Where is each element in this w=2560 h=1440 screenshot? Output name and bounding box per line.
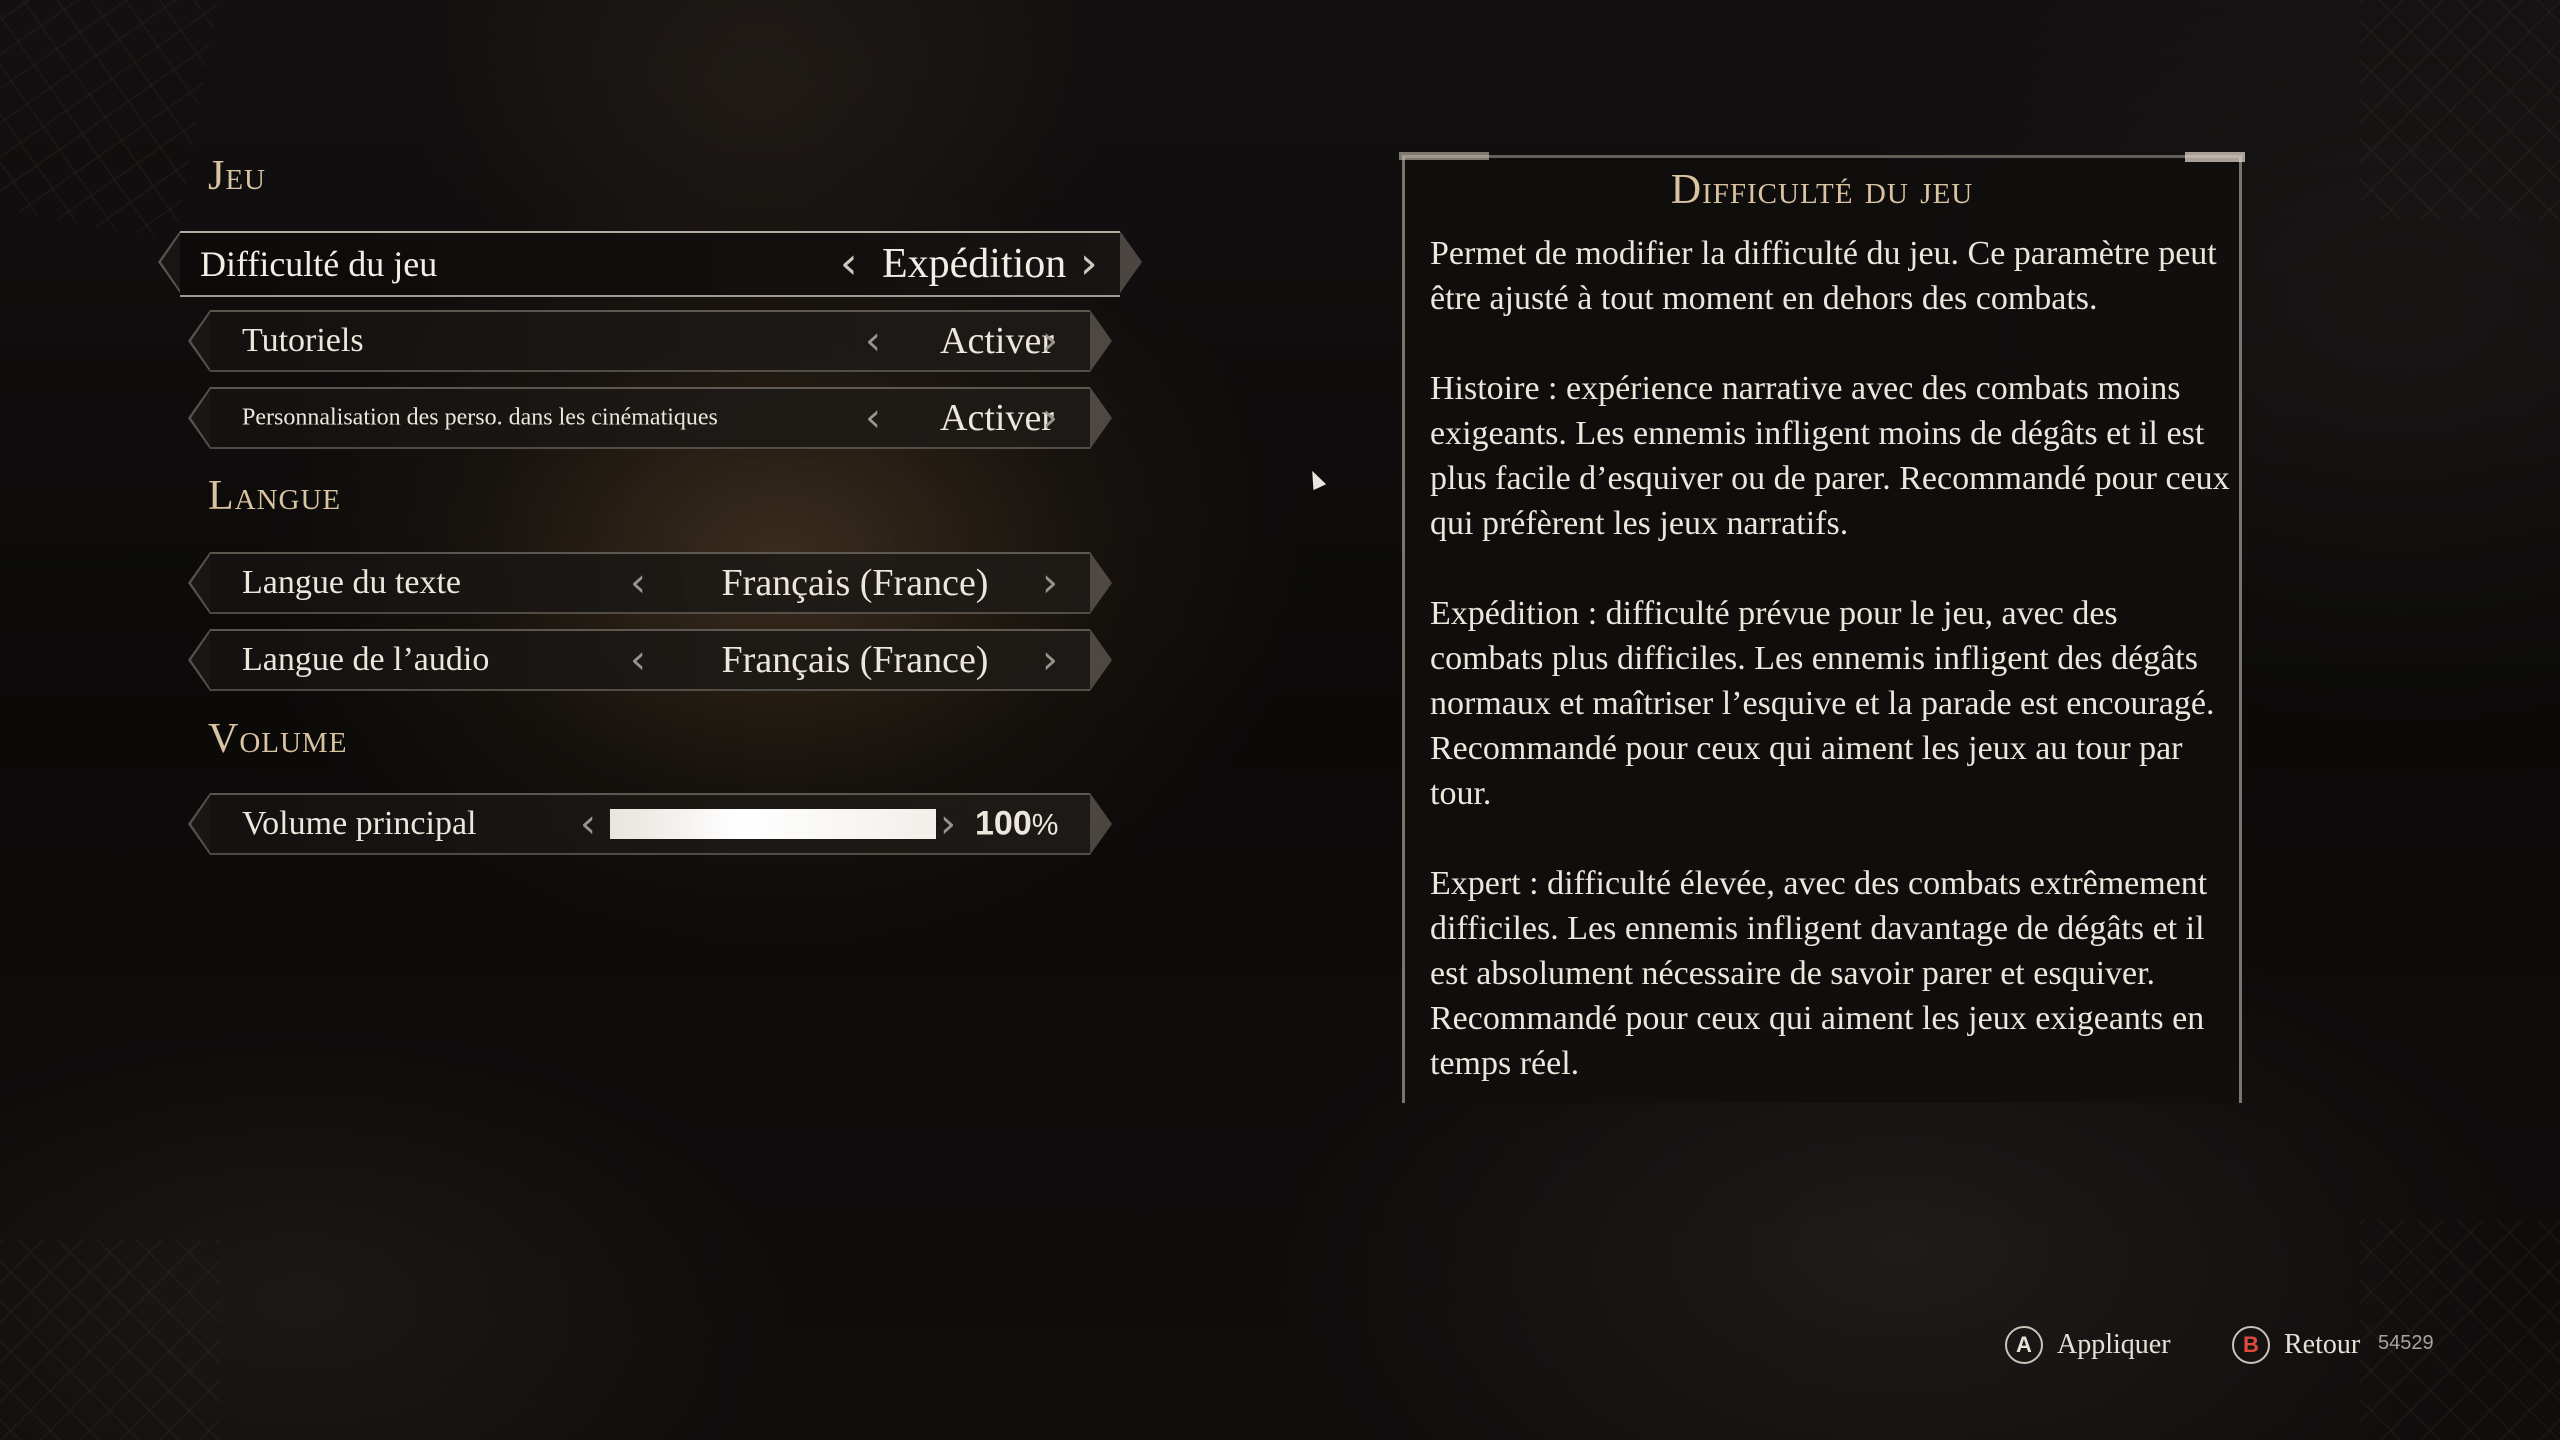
setting-row-master-volume[interactable]: Volume principal ‹ › 100%	[188, 793, 1112, 855]
setting-label: Langue de l’audio	[242, 641, 490, 678]
section-title-game: Jeu	[208, 153, 267, 199]
section-title-language: Langue	[208, 473, 342, 519]
volume-percent-value: 100	[975, 804, 1032, 843]
setting-label: Volume principal	[242, 805, 477, 842]
back-button[interactable]: B Retour	[2232, 1323, 2360, 1367]
chevron-right-icon[interactable]: ›	[1042, 398, 1058, 438]
chevron-left-icon[interactable]: ‹	[580, 804, 596, 844]
setting-row-customization[interactable]: Personnalisation des perso. dans les cin…	[188, 387, 1112, 449]
b-button-icon: B	[2232, 1326, 2270, 1364]
description-paragraph: Expert : difficulté élevée, avec des com…	[1430, 865, 2208, 1082]
section-title-volume: Volume	[208, 716, 348, 762]
setting-label: Langue du texte	[242, 564, 462, 601]
setting-value: Français (France)	[721, 639, 989, 681]
volume-percent: 100%	[975, 805, 1058, 844]
chevron-right-icon[interactable]: ›	[1042, 640, 1058, 680]
chevron-right-icon[interactable]: ›	[1080, 242, 1098, 286]
a-button-icon: A	[2005, 1326, 2043, 1364]
volume-percent-unit: %	[1031, 808, 1059, 842]
setting-row-audio-language[interactable]: Langue de l’audio ‹ Français (France) ›	[188, 629, 1112, 691]
description-title: Difficulté du jeu	[1670, 167, 1974, 213]
apply-button[interactable]: A Appliquer	[2005, 1323, 2171, 1367]
chevron-right-icon[interactable]: ›	[940, 804, 956, 844]
setting-value: Français (France)	[721, 562, 989, 604]
mouse-cursor-icon	[1305, 467, 1327, 491]
description-paragraph: Permet de modifier la difficulté du jeu.…	[1430, 235, 2217, 317]
volume-slider[interactable]	[610, 809, 936, 839]
volume-slider-fill	[610, 809, 936, 839]
build-id: 54529	[2378, 1332, 2434, 1354]
description-paragraph: Histoire : expérience narrative avec des…	[1430, 370, 2230, 542]
setting-row-tutorials[interactable]: Tutoriels ‹ Activer ›	[188, 310, 1112, 372]
row-tail	[1090, 310, 1112, 372]
options-screen: Jeu Difficulté du jeu ‹ Expédition › Tut…	[0, 0, 2560, 1440]
chevron-left-icon[interactable]: ‹	[865, 398, 881, 438]
corner-ornament	[2360, 1220, 2560, 1440]
setting-label: Tutoriels	[242, 322, 364, 359]
back-label: Retour	[2284, 1329, 2361, 1360]
chevron-left-icon[interactable]: ‹	[840, 242, 858, 286]
description-panel: Difficulté du jeu Permet de modifier la …	[1399, 152, 2245, 1103]
chevron-left-icon[interactable]: ‹	[630, 640, 646, 680]
setting-label: Personnalisation des perso. dans les cin…	[242, 404, 718, 431]
corner-ornament	[0, 1240, 220, 1440]
chevron-left-icon[interactable]: ‹	[865, 321, 881, 361]
row-tail	[1090, 552, 1112, 614]
corner-ornament	[0, 0, 221, 241]
description-paragraph: Expédition : difficulté prévue pour le j…	[1430, 595, 2215, 812]
setting-label: Difficulté du jeu	[200, 244, 438, 284]
chevron-left-icon[interactable]: ‹	[630, 563, 646, 603]
row-tail	[1090, 793, 1112, 855]
row-tail	[1120, 231, 1142, 293]
row-tail	[1090, 629, 1112, 691]
setting-row-difficulty[interactable]: Difficulté du jeu ‹ Expédition ›	[158, 231, 1142, 297]
chevron-right-icon[interactable]: ›	[1042, 563, 1058, 603]
corner-ornament	[2360, 0, 2560, 220]
row-tail	[1090, 387, 1112, 449]
apply-label: Appliquer	[2057, 1329, 2171, 1360]
chevron-right-icon[interactable]: ›	[1042, 321, 1058, 361]
setting-row-text-language[interactable]: Langue du texte ‹ Français (France) ›	[188, 552, 1112, 614]
